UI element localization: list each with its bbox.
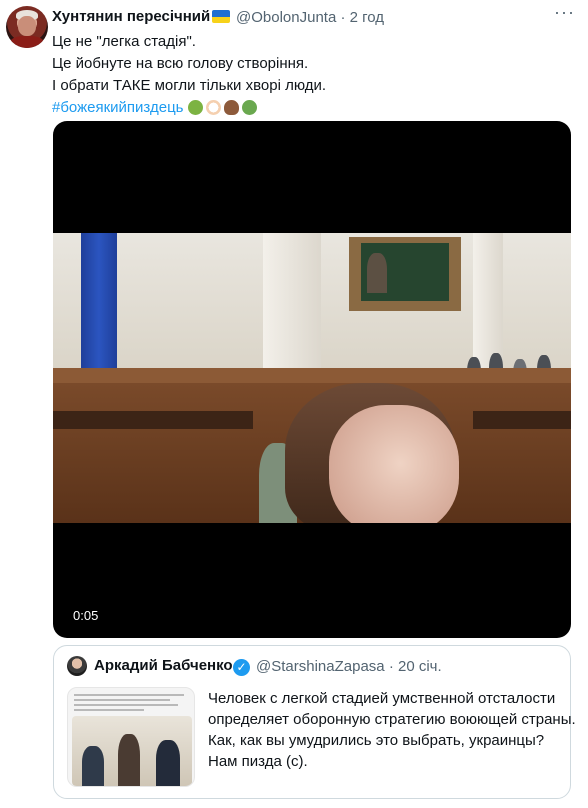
- quoted-line: Нам пизда (с).: [208, 753, 308, 770]
- tweet-line: Це не "легка стадія".: [52, 33, 196, 50]
- nauseated-face-icon: [187, 100, 203, 115]
- author-handle[interactable]: @ObolonJunta · 2 год: [236, 9, 384, 26]
- author-name[interactable]: Хунтянин пересічний: [52, 8, 210, 25]
- face-vomiting-icon: [241, 100, 257, 115]
- ukraine-flag-icon: [212, 10, 230, 23]
- quoted-time[interactable]: · 20 січ.: [389, 658, 442, 675]
- quoted-media-thumbnail[interactable]: [67, 687, 195, 787]
- author-avatar[interactable]: [6, 6, 48, 48]
- verified-badge-icon: ✓: [233, 659, 250, 676]
- quoted-handle-text[interactable]: @StarshinaZapasa: [256, 658, 385, 675]
- quoted-tweet-text: Человек с легкой стадией умственной отст…: [208, 688, 576, 772]
- quoted-line: Как, как вы умудрились это выбрать, укра…: [208, 732, 545, 749]
- hashtag-link[interactable]: #божеякийпиздець: [52, 99, 183, 116]
- tweet-line: І обрати ТАКЕ могли тільки хворі люди.: [52, 77, 327, 94]
- tweet-time[interactable]: · 2 год: [340, 9, 384, 26]
- quoted-line: Человек с легкой стадией умственной отст…: [208, 690, 556, 707]
- video-timestamp: 0:05: [73, 608, 99, 623]
- more-options-icon[interactable]: ···: [554, 2, 575, 23]
- quoted-author-name[interactable]: Аркадий Бабченко: [94, 657, 233, 674]
- pile-of-poo-icon: [223, 100, 239, 115]
- quoted-author-handle[interactable]: @StarshinaZapasa · 20 січ.: [256, 658, 442, 675]
- handle-text[interactable]: @ObolonJunta: [236, 9, 336, 26]
- tweet-line: Це йобнуте на всю голову створіння.: [52, 55, 309, 72]
- quoted-line: определяет оборонную стратегию воюющей с…: [208, 711, 576, 728]
- hashtag-line: #божеякийпиздець: [52, 97, 326, 119]
- tweet-text: Це не "легка стадія". Це йобнуте на всю …: [52, 31, 326, 119]
- video-frame: [53, 233, 571, 523]
- quoted-author-avatar[interactable]: [67, 656, 87, 676]
- clown-face-icon: [205, 100, 221, 115]
- video-player[interactable]: [53, 121, 571, 638]
